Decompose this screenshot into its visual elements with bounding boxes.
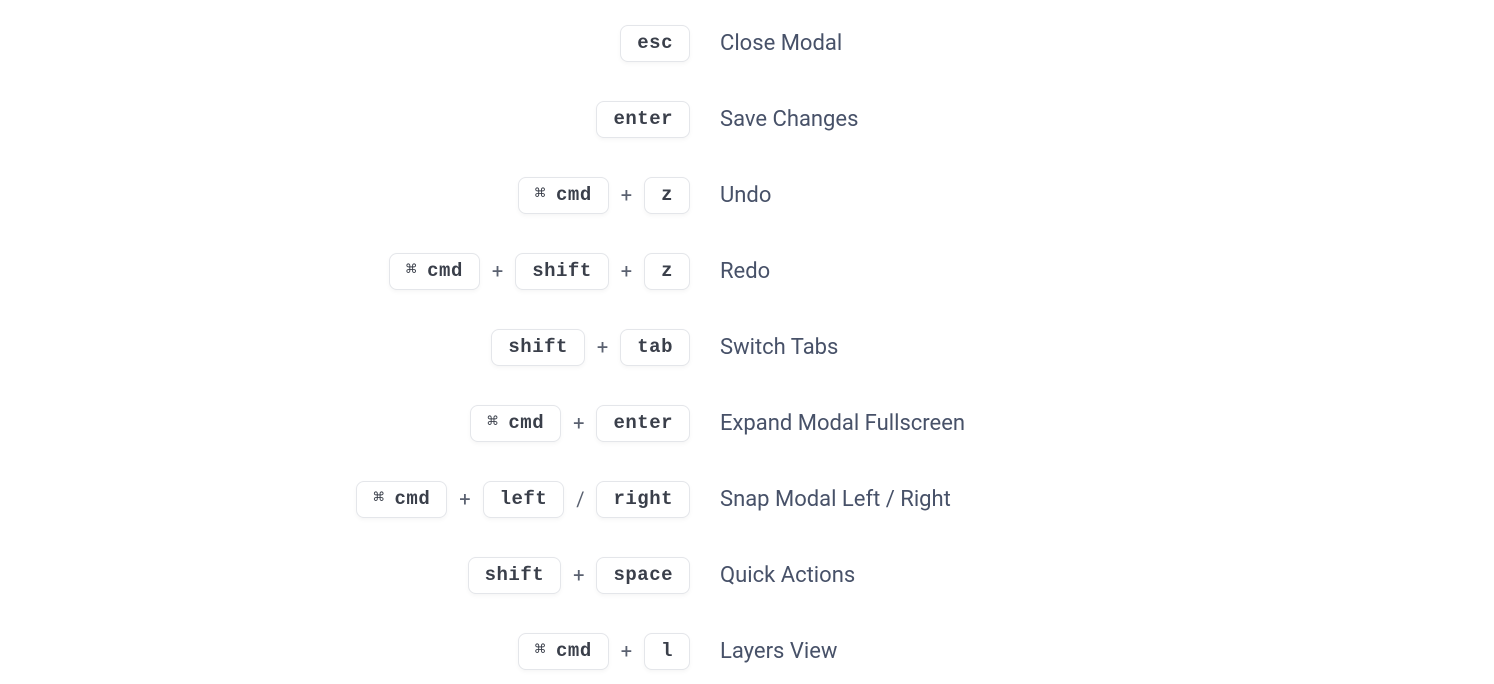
shortcut-keys: ⌘ cmd + shift + z xyxy=(0,253,720,290)
key-z: z xyxy=(644,177,690,214)
shortcut-description: Expand Modal Fullscreen xyxy=(720,411,965,436)
shortcut-keys: shift + tab xyxy=(0,329,720,366)
key-label: cmd xyxy=(508,414,544,433)
shortcut-description: Switch Tabs xyxy=(720,335,838,360)
shortcut-description: Close Modal xyxy=(720,31,842,56)
shortcut-row: ⌘ cmd + left / right Snap Modal Left / Right xyxy=(0,476,1494,522)
key-esc: esc xyxy=(620,25,690,62)
key-l: l xyxy=(644,633,690,670)
shortcut-description: Redo xyxy=(720,259,770,284)
key-shift: shift xyxy=(491,329,585,366)
shortcut-row: ⌘ cmd + shift + z Redo xyxy=(0,248,1494,294)
key-label: cmd xyxy=(395,490,431,509)
shortcut-keys: ⌘ cmd + l xyxy=(0,633,720,670)
key-separator: + xyxy=(573,411,584,435)
cmd-icon: ⌘ xyxy=(487,414,498,432)
key-label: cmd xyxy=(556,186,592,205)
shortcut-row: esc Close Modal xyxy=(0,20,1494,66)
key-enter: enter xyxy=(596,101,690,138)
shortcut-keys: ⌘ cmd + z xyxy=(0,177,720,214)
shortcut-row: enter Save Changes xyxy=(0,96,1494,142)
shortcut-row: ⌘ cmd + z Undo xyxy=(0,172,1494,218)
key-label: cmd xyxy=(556,642,592,661)
shortcut-keys: esc xyxy=(0,25,720,62)
key-cmd: ⌘ cmd xyxy=(518,633,609,670)
shortcut-description: Layers View xyxy=(720,639,837,664)
key-separator: + xyxy=(459,487,470,511)
shortcut-description: Snap Modal Left / Right xyxy=(720,487,951,512)
key-z: z xyxy=(644,253,690,290)
key-cmd: ⌘ cmd xyxy=(470,405,561,442)
shortcut-keys: ⌘ cmd + enter xyxy=(0,405,720,442)
key-right: right xyxy=(596,481,690,518)
key-left: left xyxy=(483,481,565,518)
cmd-icon: ⌘ xyxy=(406,262,417,280)
key-shift: shift xyxy=(468,557,562,594)
shortcut-row: ⌘ cmd + l Layers View xyxy=(0,628,1494,674)
shortcut-row: shift + tab Switch Tabs xyxy=(0,324,1494,370)
key-cmd: ⌘ cmd xyxy=(389,253,480,290)
shortcut-row: ⌘ cmd + enter Expand Modal Fullscreen xyxy=(0,400,1494,446)
key-separator: + xyxy=(573,563,584,587)
cmd-icon: ⌘ xyxy=(535,642,546,660)
key-separator: / xyxy=(576,487,584,511)
key-enter: enter xyxy=(596,405,690,442)
key-separator: + xyxy=(621,183,632,207)
shortcut-description: Save Changes xyxy=(720,107,858,132)
key-separator: + xyxy=(621,259,632,283)
cmd-icon: ⌘ xyxy=(535,186,546,204)
key-separator: + xyxy=(597,335,608,359)
key-tab: tab xyxy=(620,329,690,366)
cmd-icon: ⌘ xyxy=(373,490,384,508)
shortcut-keys: shift + space xyxy=(0,557,720,594)
key-separator: + xyxy=(492,259,503,283)
shortcut-list: esc Close Modal enter Save Changes ⌘ cmd + z Und… xyxy=(0,20,1494,674)
key-label: cmd xyxy=(427,262,463,281)
key-cmd: ⌘ cmd xyxy=(518,177,609,214)
shortcut-keys: ⌘ cmd + left / right xyxy=(0,481,720,518)
shortcut-description: Undo xyxy=(720,183,771,208)
key-cmd: ⌘ cmd xyxy=(356,481,447,518)
key-shift: shift xyxy=(515,253,609,290)
key-space: space xyxy=(596,557,690,594)
key-separator: + xyxy=(621,639,632,663)
shortcut-keys: enter xyxy=(0,101,720,138)
shortcut-row: shift + space Quick Actions xyxy=(0,552,1494,598)
shortcut-description: Quick Actions xyxy=(720,563,855,588)
